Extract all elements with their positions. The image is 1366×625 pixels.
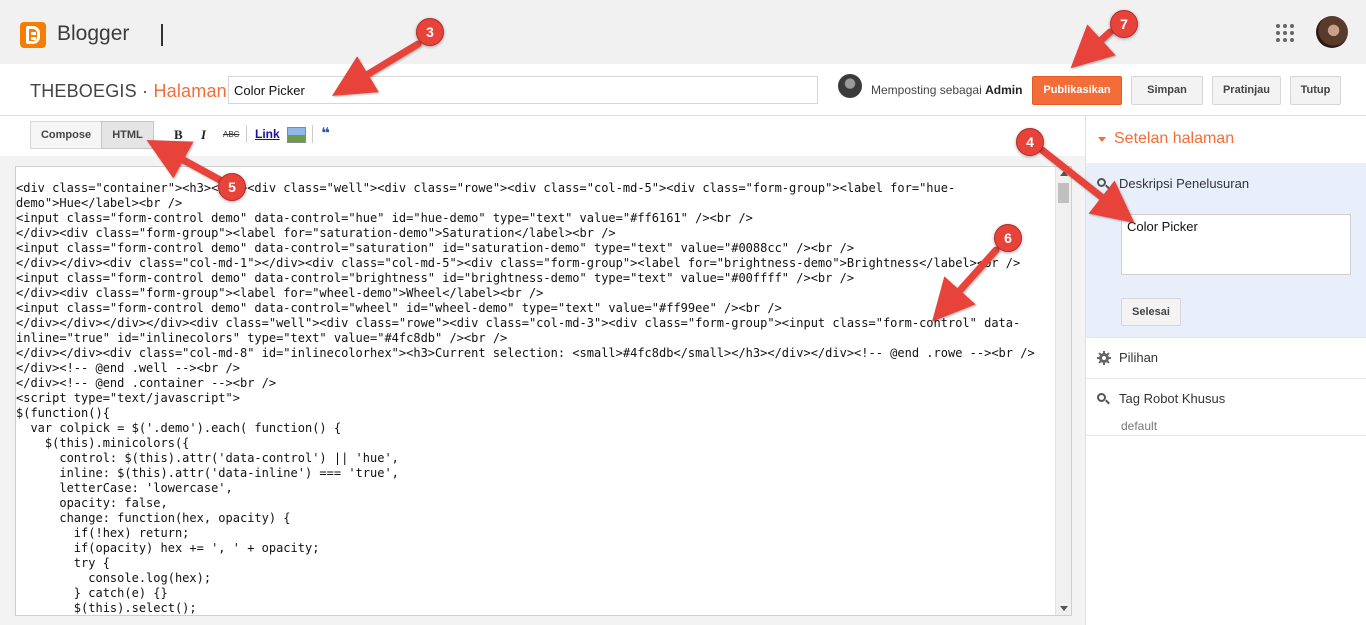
account-avatar[interactable] bbox=[1316, 16, 1348, 48]
toolbar-divider bbox=[312, 125, 313, 143]
code-line[interactable]: $(function(){ bbox=[16, 406, 1056, 421]
code-line[interactable]: inline: $(this).attr('data-inline') === … bbox=[16, 466, 1056, 481]
divider bbox=[1086, 337, 1366, 338]
options-title[interactable]: Pilihan bbox=[1119, 350, 1158, 365]
blogger-logo-icon[interactable] bbox=[20, 22, 46, 48]
close-button[interactable]: Tutup bbox=[1290, 76, 1341, 105]
code-line[interactable]: opacity: false, bbox=[16, 496, 1056, 511]
toolbar-divider bbox=[246, 125, 247, 143]
panel-title: Setelan halaman bbox=[1114, 130, 1235, 147]
code-line[interactable]: <input class="form-control demo" data-co… bbox=[16, 211, 1056, 226]
vertical-scrollbar[interactable] bbox=[1055, 167, 1071, 615]
compose-mode-button[interactable]: Compose bbox=[30, 121, 102, 149]
search-icon bbox=[1097, 393, 1110, 405]
html-mode-button[interactable]: HTML bbox=[101, 121, 154, 149]
editor-toolbar: Compose HTML B I ABC Link ❝ bbox=[0, 116, 1085, 156]
code-line[interactable]: control: $(this).attr('data-control') ||… bbox=[16, 451, 1056, 466]
post-header: THEBOEGIS · Halaman Memposting sebagai A… bbox=[0, 64, 1366, 116]
blog-title: THEBOEGIS · Halaman bbox=[30, 81, 227, 102]
blog-name[interactable]: THEBOEGIS bbox=[30, 81, 137, 101]
code-line[interactable]: <input class="form-control demo" data-co… bbox=[16, 241, 1056, 256]
code-line[interactable]: </div><!-- @end .container --><br /> bbox=[16, 376, 1056, 391]
poster-avatar bbox=[838, 74, 862, 98]
divider bbox=[1086, 378, 1366, 379]
code-line[interactable]: <input class="form-control demo" data-co… bbox=[16, 301, 1056, 316]
preview-button[interactable]: Pratinjau bbox=[1212, 76, 1281, 105]
section-label: Halaman bbox=[153, 81, 227, 101]
code-line[interactable]: </div></div></div></div><div class="well… bbox=[16, 316, 1056, 331]
code-line[interactable]: </div><!-- @end .well --><br /> bbox=[16, 361, 1056, 376]
title-separator: · bbox=[142, 81, 149, 101]
code-line[interactable]: $(this).minicolors({ bbox=[16, 436, 1056, 451]
code-line[interactable]: <input class="form-control demo" data-co… bbox=[16, 271, 1056, 286]
divider bbox=[1086, 435, 1366, 436]
app-name[interactable]: Blogger bbox=[57, 22, 129, 46]
done-button[interactable]: Selesai bbox=[1121, 298, 1181, 326]
link-button[interactable]: Link bbox=[255, 127, 280, 141]
code-content[interactable]: <div class="container"><h3></h3><div cla… bbox=[16, 181, 1056, 615]
bold-icon[interactable]: B bbox=[174, 127, 183, 143]
code-line[interactable]: </div></div><div class="col-md-1"></div>… bbox=[16, 256, 1056, 271]
settings-panel: Setelan halaman Deskripsi Penelusuran Co… bbox=[1085, 116, 1366, 625]
annotation-marker-7: 7 bbox=[1110, 10, 1138, 38]
code-line[interactable]: </div></div><div class="col-md-8" id="in… bbox=[16, 346, 1056, 361]
annotation-marker-3: 3 bbox=[416, 18, 444, 46]
image-icon[interactable] bbox=[287, 127, 306, 143]
code-line[interactable]: <script type="text/javascript"> bbox=[16, 391, 1056, 406]
divider bbox=[161, 24, 163, 46]
code-line[interactable]: change: function(hex, opacity) { bbox=[16, 511, 1056, 526]
scroll-down-icon[interactable] bbox=[1060, 606, 1068, 611]
caret-down-icon bbox=[1098, 137, 1106, 142]
annotation-marker-6: 6 bbox=[994, 224, 1022, 252]
apps-grid-icon[interactable] bbox=[1276, 24, 1294, 42]
publish-button[interactable]: Publikasikan bbox=[1032, 76, 1122, 105]
search-description-title[interactable]: Deskripsi Penelusuran bbox=[1119, 176, 1249, 191]
annotation-marker-5: 5 bbox=[218, 173, 246, 201]
search-description-section: Deskripsi Penelusuran Color Picker Seles… bbox=[1086, 163, 1366, 337]
search-description-input[interactable]: Color Picker bbox=[1121, 214, 1351, 275]
italic-icon[interactable]: I bbox=[201, 127, 206, 143]
scroll-up-icon[interactable] bbox=[1060, 171, 1068, 176]
code-line[interactable]: letterCase: 'lowercase', bbox=[16, 481, 1056, 496]
code-line[interactable]: if(!hex) return; bbox=[16, 526, 1056, 541]
code-line[interactable]: } catch(e) {} bbox=[16, 586, 1056, 601]
annotation-marker-4: 4 bbox=[1016, 128, 1044, 156]
search-icon bbox=[1097, 178, 1110, 190]
posting-as-prefix: Memposting sebagai bbox=[871, 83, 982, 97]
robot-tags-title[interactable]: Tag Robot Khusus bbox=[1119, 391, 1225, 406]
code-line[interactable]: try { bbox=[16, 556, 1056, 571]
scroll-thumb[interactable] bbox=[1058, 183, 1069, 203]
panel-header[interactable]: Setelan halaman bbox=[1086, 116, 1366, 163]
top-bar: Blogger bbox=[0, 0, 1366, 64]
posting-as-user: Admin bbox=[985, 83, 1023, 97]
code-line[interactable]: if(opacity) hex += ', ' + opacity; bbox=[16, 541, 1056, 556]
posting-as: Memposting sebagai Admin bbox=[871, 83, 1022, 97]
page-title-input[interactable] bbox=[228, 76, 818, 104]
code-line[interactable]: $(this).select(); bbox=[16, 601, 1056, 615]
code-line[interactable]: inline="true" id="inlinecolors" type="te… bbox=[16, 331, 1056, 346]
gear-icon bbox=[1097, 351, 1111, 365]
code-line[interactable]: </div><div class="form-group"><label for… bbox=[16, 226, 1056, 241]
code-line[interactable]: <div class="container"><h3></h3><div cla… bbox=[16, 181, 1056, 196]
code-line[interactable]: console.log(hex); bbox=[16, 571, 1056, 586]
editor-area: <div class="container"><h3></h3><div cla… bbox=[0, 156, 1085, 625]
code-line[interactable]: var colpick = $('.demo').each( function(… bbox=[16, 421, 1056, 436]
save-button[interactable]: Simpan bbox=[1131, 76, 1203, 105]
strikethrough-icon[interactable]: ABC bbox=[223, 130, 239, 139]
html-editor[interactable]: <div class="container"><h3></h3><div cla… bbox=[15, 166, 1072, 616]
robot-tags-value: default bbox=[1121, 419, 1158, 433]
code-line[interactable]: </div><div class="form-group"><label for… bbox=[16, 286, 1056, 301]
code-line[interactable]: demo">Hue</label><br /> bbox=[16, 196, 1056, 211]
quote-icon[interactable]: ❝ bbox=[321, 124, 330, 142]
